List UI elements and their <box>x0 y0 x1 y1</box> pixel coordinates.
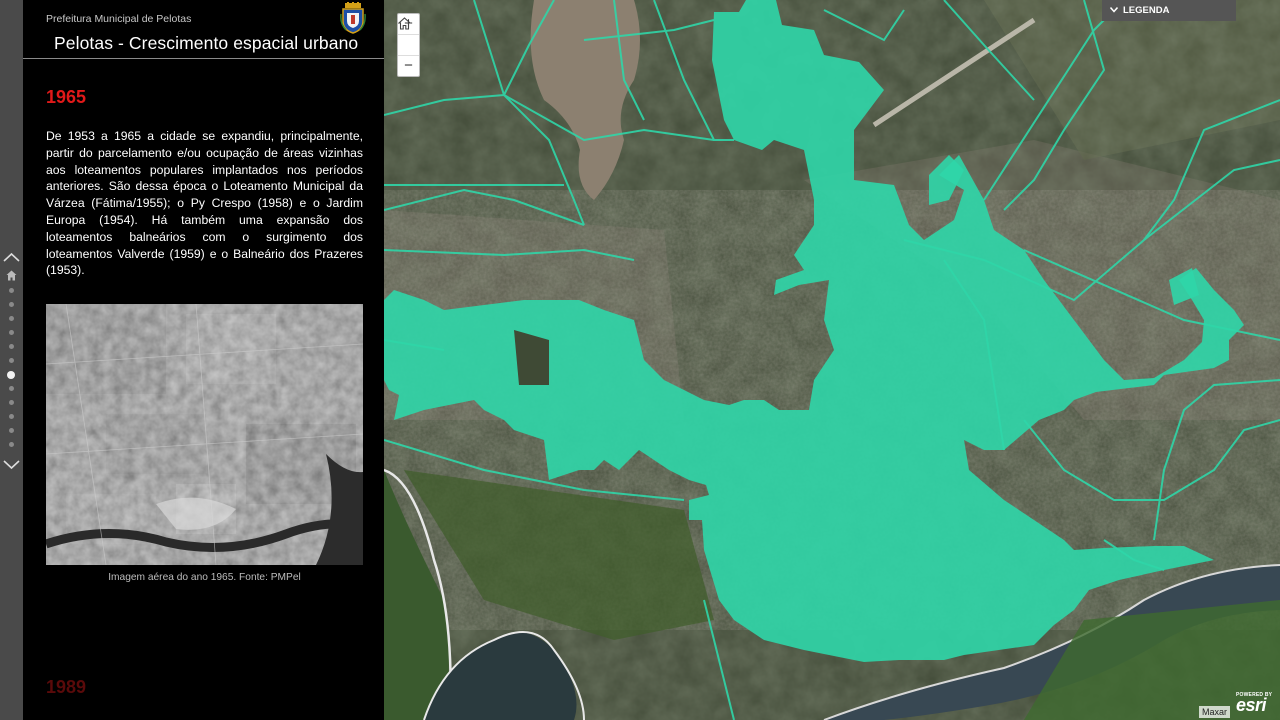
home-icon[interactable] <box>6 270 17 281</box>
nav-dot-5[interactable] <box>9 344 14 349</box>
legend-label: LEGENDA <box>1123 5 1170 16</box>
chevron-up-icon[interactable] <box>3 251 20 263</box>
section-year-heading: 1965 <box>46 87 87 107</box>
nav-dot-3[interactable] <box>9 316 14 321</box>
legend-toggle[interactable]: LEGENDA <box>1102 0 1236 21</box>
nav-dot-10[interactable] <box>9 414 14 419</box>
nav-dot-8[interactable] <box>9 386 14 391</box>
aerial-photo-1965[interactable] <box>46 304 363 565</box>
chevron-down-icon <box>1110 7 1118 13</box>
map-zoom-controls: + − <box>397 13 420 77</box>
panel-header: Prefeitura Municipal de Pelotas Pelotas … <box>23 0 384 59</box>
nav-dot-9[interactable] <box>9 400 14 405</box>
chevron-down-icon[interactable] <box>3 459 20 471</box>
image-caption: Imagem aérea do ano 1965. Fonte: PMPel <box>108 572 301 583</box>
esri-wordmark: esri <box>1236 695 1267 715</box>
imagery-attribution: Maxar <box>1199 706 1231 718</box>
home-icon <box>398 17 411 30</box>
nav-dot-7-active[interactable] <box>7 371 15 379</box>
map-view[interactable]: + − LEGENDA Maxar POWERED BY esri <box>384 0 1280 720</box>
page-title: Pelotas - Crescimento espacial urbano <box>54 33 359 53</box>
nav-dot-11[interactable] <box>9 428 14 433</box>
zoom-out-button[interactable]: − <box>398 56 419 76</box>
nav-dot-6[interactable] <box>9 358 14 363</box>
story-nav-rail <box>0 0 23 720</box>
nav-dot-1[interactable] <box>9 288 14 293</box>
nav-dot-4[interactable] <box>9 330 14 335</box>
city-crest-logo <box>340 2 366 34</box>
nav-dot-12[interactable] <box>9 442 14 447</box>
story-panel: Prefeitura Municipal de Pelotas Pelotas … <box>23 0 384 720</box>
nav-dot-2[interactable] <box>9 302 14 307</box>
organization-name: Prefeitura Municipal de Pelotas <box>46 13 192 25</box>
satellite-basemap[interactable] <box>384 0 1280 720</box>
section-paragraph: De 1953 a 1965 a cidade se expandiu, pri… <box>46 129 363 278</box>
map-home-button[interactable] <box>398 17 419 56</box>
next-section-year-heading: 1989 <box>46 677 87 697</box>
esri-logo[interactable]: POWERED BY esri <box>1236 692 1276 716</box>
